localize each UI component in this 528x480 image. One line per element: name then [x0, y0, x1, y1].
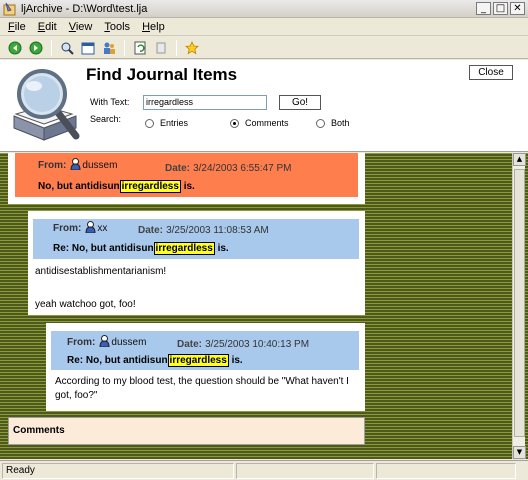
forward-icon[interactable] — [27, 39, 45, 57]
minimize-button[interactable]: _ — [476, 2, 491, 15]
refresh-icon[interactable] — [131, 39, 149, 57]
comment-header: From: dussem Date: 3/25/2003 10:40:13 PM… — [51, 331, 359, 370]
comment-card: From: dussem Date: 3/24/2003 6:55:47 PM … — [8, 153, 365, 204]
from-label: From: — [67, 337, 96, 348]
toolbar-separator — [176, 39, 177, 56]
menu-file[interactable]: File — [8, 21, 26, 33]
radio-both[interactable]: Both — [316, 118, 350, 128]
status-bar: Ready — [0, 460, 528, 480]
menu-edit[interactable]: Edit — [38, 21, 57, 33]
from-label: From: — [53, 223, 82, 234]
date-value: 3/25/2003 11:08:53 AM — [166, 225, 269, 236]
user-icon — [70, 158, 81, 173]
user-name[interactable]: xx — [97, 223, 107, 234]
calendar-icon[interactable] — [79, 39, 97, 57]
window-title: ljArchive - D:\Word\test.lja — [21, 2, 148, 15]
vertical-scrollbar[interactable]: ▲ ▼ — [512, 153, 526, 459]
search-label: Search: — [90, 114, 122, 124]
comment-body: antidisestablishmentarianism! yeah watch… — [35, 266, 167, 310]
go-button[interactable]: Go! — [279, 95, 321, 110]
close-button[interactable]: Close — [469, 65, 513, 80]
toolbar-separator — [124, 39, 125, 56]
find-icon[interactable] — [58, 39, 76, 57]
comment-subject[interactable]: No, but antidisun irregardless is. — [38, 180, 195, 193]
menu-bar: File Edit View Tools Help — [0, 18, 528, 36]
radio-entries-dot[interactable] — [145, 118, 154, 128]
radio-both-label: Both — [331, 118, 350, 128]
menu-view[interactable]: View — [69, 21, 93, 33]
find-panel: Find Journal Items Close With Text: irre… — [0, 60, 528, 152]
comment-body: According to my blood test, the question… — [55, 376, 349, 401]
date-label: Date: — [177, 339, 203, 350]
results-pane[interactable]: From: dussem Date: 3/24/2003 6:55:47 PM … — [0, 153, 528, 459]
menu-tools[interactable]: Tools — [104, 21, 130, 33]
status-text: Ready — [2, 462, 234, 479]
search-highlight: irregardless — [167, 354, 229, 367]
comment-subject[interactable]: Re: No, but antidisun irregardless is. — [53, 242, 229, 255]
users-icon[interactable] — [100, 39, 118, 57]
maximize-button[interactable]: □ — [493, 2, 508, 15]
app-icon — [3, 2, 17, 16]
page-title: Find Journal Items — [86, 65, 238, 84]
comment-header: From: dussem Date: 3/24/2003 6:55:47 PM … — [15, 153, 358, 197]
date-value: 3/24/2003 6:55:47 PM — [193, 163, 292, 174]
radio-both-dot[interactable] — [316, 118, 325, 128]
with-text-label: With Text: — [90, 97, 130, 107]
radio-comments[interactable]: Comments — [230, 118, 289, 128]
scroll-down-icon[interactable]: ▼ — [513, 446, 526, 459]
comment-card: From: dussem Date: 3/25/2003 10:40:13 PM… — [46, 323, 365, 411]
user-icon — [85, 221, 96, 236]
from-label: From: — [38, 160, 67, 171]
comments-footer: Comments — [8, 417, 365, 445]
radio-entries-label: Entries — [160, 118, 189, 128]
status-pane-3 — [376, 462, 516, 479]
back-icon[interactable] — [6, 39, 24, 57]
delete-icon[interactable] — [152, 39, 170, 57]
date-value: 3/25/2003 10:40:13 PM — [205, 339, 310, 350]
user-name[interactable]: dussem — [111, 337, 146, 348]
user-icon — [99, 335, 110, 350]
search-highlight: irregardless — [153, 242, 215, 255]
menu-help[interactable]: Help — [142, 21, 165, 33]
title-bar[interactable]: ljArchive - D:\Word\test.lja _ □ ✕ — [0, 0, 528, 18]
comment-subject[interactable]: Re: No, but antidisun irregardless is. — [67, 354, 243, 367]
scroll-up-icon[interactable]: ▲ — [513, 153, 526, 166]
favorite-star-icon[interactable] — [183, 39, 201, 57]
comment-card: From: xx Date: 3/25/2003 11:08:53 AM Re:… — [28, 211, 365, 315]
search-input[interactable]: irregardless — [143, 95, 267, 110]
radio-entries[interactable]: Entries — [145, 118, 188, 128]
user-name[interactable]: dussem — [82, 160, 117, 171]
magnifier-book-logo-icon — [10, 66, 82, 144]
close-window-button[interactable]: ✕ — [510, 2, 525, 15]
radio-comments-label: Comments — [245, 118, 289, 128]
status-pane-2 — [236, 462, 374, 479]
toolbar-separator — [51, 39, 52, 56]
date-label: Date: — [138, 225, 164, 236]
comment-header: From: xx Date: 3/25/2003 11:08:53 AM Re:… — [33, 219, 359, 259]
scrollbar-thumb[interactable] — [514, 169, 525, 437]
search-highlight: irregardless — [119, 180, 181, 193]
date-label: Date: — [165, 163, 191, 174]
toolbar — [0, 37, 528, 59]
radio-comments-dot[interactable] — [230, 118, 239, 128]
